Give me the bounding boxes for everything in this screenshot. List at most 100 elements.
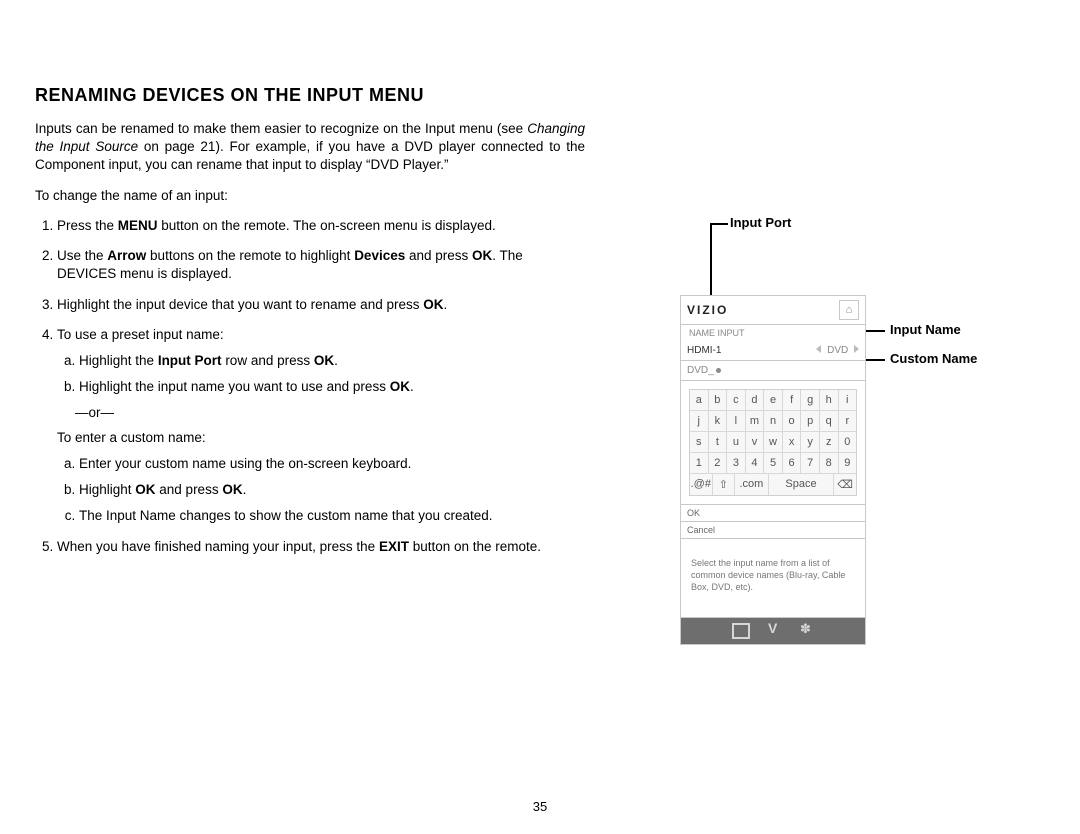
keyboard-key[interactable]: 0	[839, 432, 857, 453]
keyboard-key[interactable]: o	[783, 411, 802, 432]
keyboard-key[interactable]: c	[727, 390, 746, 411]
input-port-row[interactable]: HDMI-1 DVD	[680, 341, 866, 361]
intro-paragraph: Inputs can be renamed to make them easie…	[35, 120, 585, 175]
cancel-button[interactable]: Cancel	[681, 522, 865, 539]
ok-label: OK	[135, 482, 155, 497]
keyboard-key[interactable]: 6	[783, 453, 802, 474]
text: buttons on the remote to highlight	[146, 248, 354, 263]
breadcrumb: NAME INPUT	[680, 325, 866, 341]
callout-input-name: Input Name	[890, 322, 961, 337]
screen-footer: V ✽	[680, 618, 866, 645]
keyboard-key[interactable]: h	[820, 390, 839, 411]
keyboard-key[interactable]: a	[690, 390, 709, 411]
keyboard-key-shift[interactable]: ⇧	[713, 474, 736, 495]
keyboard-key[interactable]: u	[727, 432, 746, 453]
step-1: Press the MENU button on the remote. The…	[57, 217, 585, 235]
keyboard-key[interactable]: y	[801, 432, 820, 453]
page-number: 35	[35, 799, 1045, 814]
text: .	[334, 353, 338, 368]
text: To use a preset input name:	[57, 327, 224, 342]
text: When you have finished naming your input…	[57, 539, 379, 554]
input-port-label: Input Port	[158, 353, 222, 368]
keyboard-key[interactable]: l	[727, 411, 746, 432]
text: row and press	[222, 353, 314, 368]
callout-input-port: Input Port	[730, 215, 791, 230]
callout-custom-name: Custom Name	[890, 351, 977, 366]
keyboard-key-space[interactable]: Space	[769, 474, 835, 495]
keyboard-key[interactable]: t	[709, 432, 728, 453]
keyboard-key[interactable]: f	[783, 390, 802, 411]
arrow-label: Arrow	[107, 248, 146, 263]
keyboard-key[interactable]: k	[709, 411, 728, 432]
chevron-left-icon[interactable]	[816, 345, 821, 353]
steps-list: Press the MENU button on the remote. The…	[35, 217, 585, 556]
keyboard-key[interactable]: b	[709, 390, 728, 411]
keyboard-key[interactable]: 7	[801, 453, 820, 474]
text: Press the	[57, 218, 118, 233]
step-3: Highlight the input device that you want…	[57, 296, 585, 314]
menu-button-label: MENU	[118, 218, 158, 233]
text: Use the	[57, 248, 107, 263]
on-screen-keyboard[interactable]: abcdefghi jklmnopqr stuvwxyz0 123456789 …	[689, 389, 857, 496]
keyboard-key-com[interactable]: .com	[735, 474, 768, 495]
keyboard-key[interactable]: v	[746, 432, 765, 453]
keyboard-key[interactable]: 1	[690, 453, 709, 474]
keyboard-key[interactable]: q	[820, 411, 839, 432]
text: .	[243, 482, 247, 497]
keyboard-key[interactable]: i	[839, 390, 857, 411]
text: .	[443, 297, 447, 312]
keyboard-key[interactable]: r	[839, 411, 857, 432]
keyboard-key[interactable]: p	[801, 411, 820, 432]
text: Highlight	[79, 482, 135, 497]
keyboard-key[interactable]: w	[764, 432, 783, 453]
step-4-custom-list: Enter your custom name using the on-scre…	[57, 455, 585, 526]
keyboard-key[interactable]: x	[783, 432, 802, 453]
ok-label: OK	[222, 482, 242, 497]
keyboard-key[interactable]: 2	[709, 453, 728, 474]
exit-label: EXIT	[379, 539, 409, 554]
gear-icon[interactable]: ✽	[800, 623, 814, 635]
custom-lead: To enter a custom name:	[57, 429, 585, 447]
page-title: RENAMING DEVICES ON THE INPUT MENU	[35, 85, 1045, 106]
text: button on the remote. The on-screen menu…	[158, 218, 496, 233]
text: and press	[156, 482, 223, 497]
text: Inputs can be renamed to make them easie…	[35, 121, 527, 136]
text: .	[410, 379, 414, 394]
keyboard-key[interactable]: e	[764, 390, 783, 411]
keyboard-key[interactable]: 5	[764, 453, 783, 474]
keyboard-key[interactable]: m	[746, 411, 765, 432]
step-4b: Highlight the input name you want to use…	[79, 378, 585, 396]
step-4: To use a preset input name: Highlight th…	[57, 326, 585, 526]
input-name-value: DVD	[827, 345, 848, 356]
cursor-dot-icon	[716, 368, 721, 373]
keyboard-key[interactable]: j	[690, 411, 709, 432]
keyboard-key[interactable]: 4	[746, 453, 765, 474]
ok-button[interactable]: OK	[681, 505, 865, 522]
keyboard-key[interactable]: 3	[727, 453, 746, 474]
wide-icon[interactable]	[732, 623, 750, 639]
ok-label: OK	[390, 379, 410, 394]
devices-label: Devices	[354, 248, 405, 263]
keyboard-key-symbols[interactable]: .@#	[690, 474, 713, 495]
keyboard-key[interactable]: z	[820, 432, 839, 453]
v-icon[interactable]: V	[768, 623, 782, 635]
custom-name-row[interactable]: DVD_	[680, 361, 866, 381]
keyboard-key[interactable]: n	[764, 411, 783, 432]
leader-line	[710, 223, 728, 225]
brand-logo: VIZIO	[687, 303, 728, 317]
chevron-right-icon[interactable]	[854, 345, 859, 353]
home-icon[interactable]: ⌂	[839, 300, 859, 320]
keyboard-key[interactable]: 9	[839, 453, 857, 474]
text: Highlight the input name you want to use…	[79, 379, 390, 394]
keyboard-key[interactable]: 8	[820, 453, 839, 474]
or-separator: —or—	[75, 404, 585, 422]
keyboard-key[interactable]: d	[746, 390, 765, 411]
lead-in: To change the name of an input:	[35, 187, 585, 205]
keyboard-key-backspace[interactable]: ⌫	[834, 474, 856, 495]
input-port-value: HDMI-1	[687, 345, 721, 356]
text: Highlight the	[79, 353, 158, 368]
keyboard-key[interactable]: s	[690, 432, 709, 453]
text: button on the remote.	[409, 539, 541, 554]
step-4-custom-a: Enter your custom name using the on-scre…	[79, 455, 585, 473]
keyboard-key[interactable]: g	[801, 390, 820, 411]
